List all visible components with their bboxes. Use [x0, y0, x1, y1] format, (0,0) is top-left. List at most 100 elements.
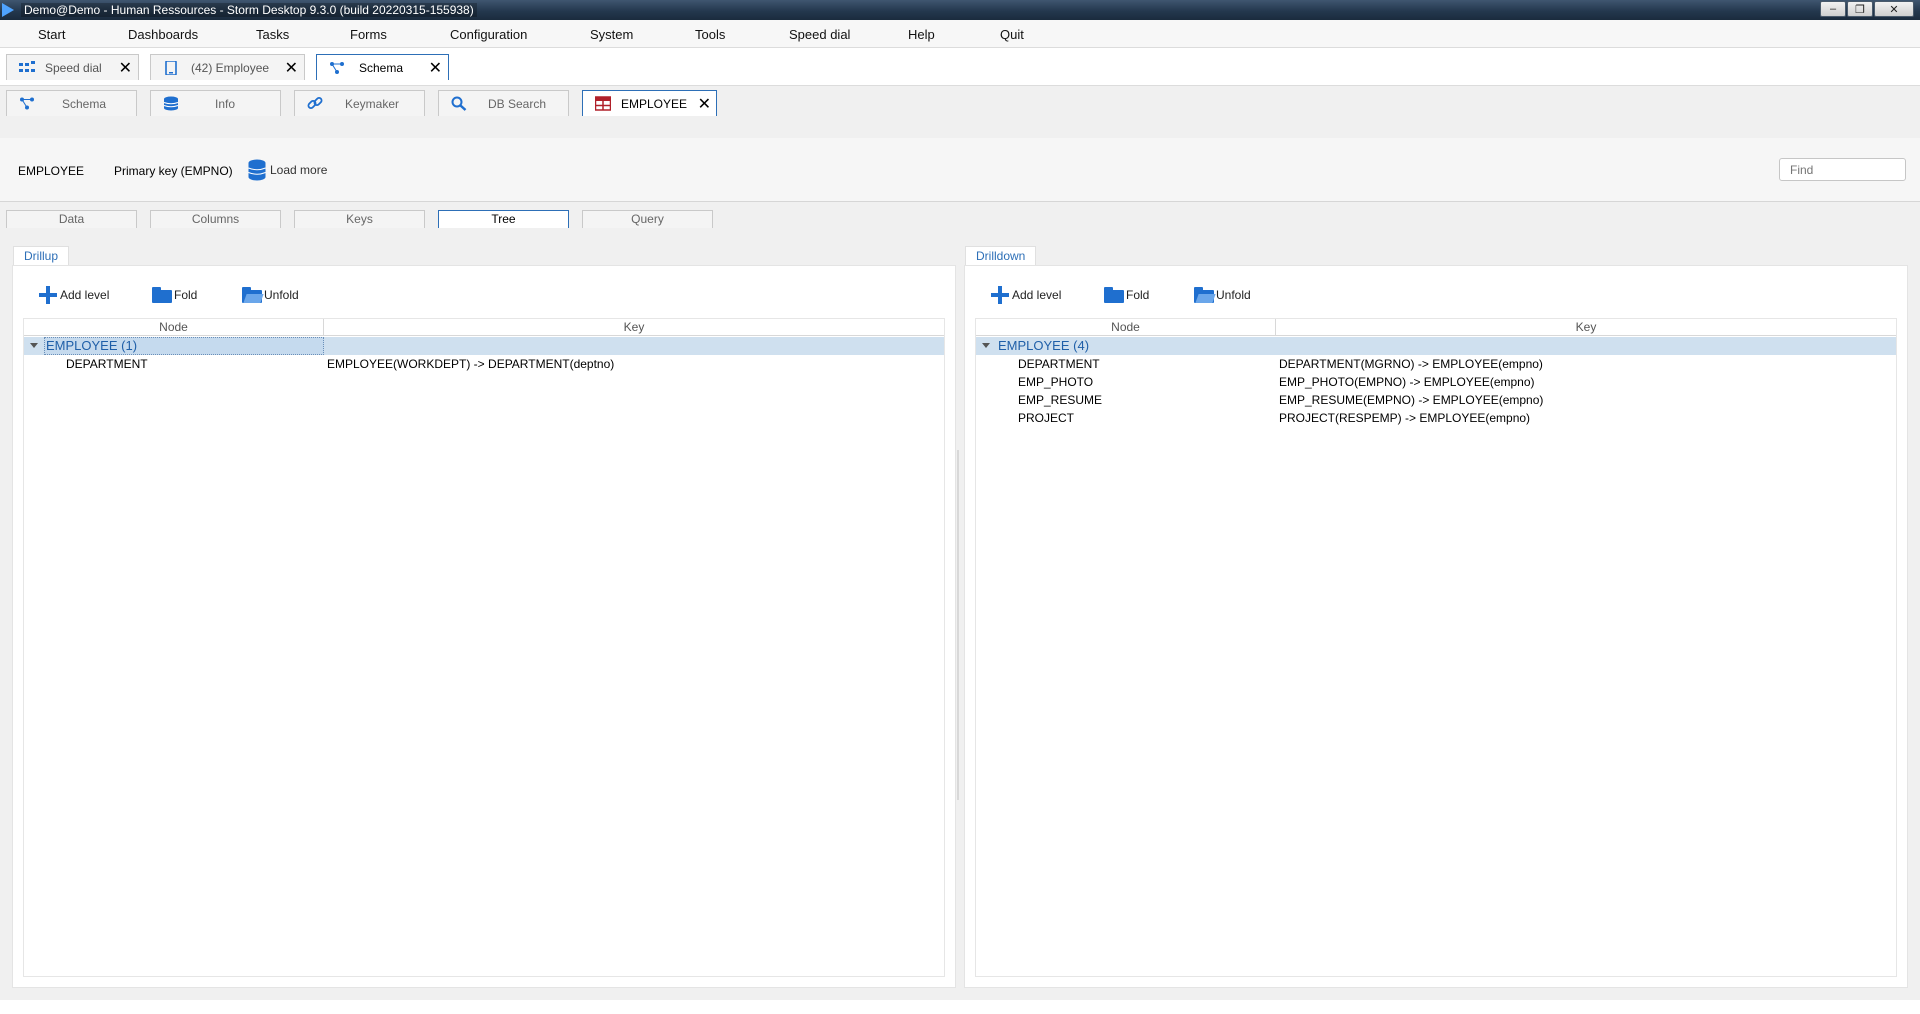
tree-row[interactable]: EMP_RESUME EMP_RESUME(EMPNO) -> EMPLOYEE…	[976, 391, 1896, 409]
menu-speed-dial[interactable]: Speed dial	[789, 27, 850, 42]
plus-icon	[991, 286, 1009, 304]
tab-schema[interactable]: Schema	[6, 90, 137, 116]
unfold-label: Unfold	[1216, 288, 1251, 302]
panel-splitter[interactable]	[957, 450, 959, 800]
drillup-tab[interactable]: Drillup	[13, 246, 70, 266]
plus-icon	[39, 286, 57, 304]
tree-row-root[interactable]: EMPLOYEE (4)	[976, 337, 1896, 355]
app-logo-icon	[2, 3, 14, 17]
tab-query[interactable]: Query	[582, 210, 713, 228]
tree-key-label: PROJECT(RESPEMP) -> EMPLOYEE(empno)	[1279, 411, 1531, 425]
tree-key-label: EMP_PHOTO(EMPNO) -> EMPLOYEE(empno)	[1279, 375, 1535, 389]
drillup-toolbar: Add level Fold Unfold	[13, 266, 955, 316]
doc-tab-schema[interactable]: Schema ✕	[316, 54, 449, 80]
tab-keymaker[interactable]: Keymaker	[294, 90, 425, 116]
tab-db-search[interactable]: DB Search	[438, 90, 569, 116]
primary-key-label: Primary key (EMPNO)	[114, 164, 233, 178]
tab-tree[interactable]: Tree	[438, 210, 569, 228]
column-header-key[interactable]: Key	[324, 319, 944, 336]
add-level-button[interactable]: Add level	[991, 285, 1061, 305]
fold-button[interactable]: Fold	[1104, 285, 1149, 305]
document-tabs: Speed dial ✕ (42) Employee ✕ Schema ✕	[0, 48, 1920, 86]
drillup-tree[interactable]: Node Key EMPLOYEE (1) DEPARTMENT EMPLOYE…	[23, 318, 945, 977]
tree-node-label: EMPLOYEE (1)	[46, 338, 138, 353]
tree-node-label: EMP_PHOTO	[1018, 375, 1094, 389]
menu-tasks[interactable]: Tasks	[256, 27, 289, 42]
drilldown-panel: Add level Fold Unfold Node Key EMPLOYEE …	[964, 265, 1908, 988]
doc-tab-label: (42) Employee	[191, 61, 270, 75]
database-icon	[248, 159, 266, 181]
tree-node-label: PROJECT	[1018, 411, 1075, 425]
restore-button[interactable]: ❐	[1847, 1, 1873, 17]
tree-key-label: EMPLOYEE(WORKDEPT) -> DEPARTMENT(deptno)	[327, 357, 615, 371]
folder-open-icon	[1194, 287, 1216, 303]
column-header-node[interactable]: Node	[976, 319, 1276, 336]
tab-info[interactable]: Info	[150, 90, 281, 116]
drilldown-tab[interactable]: Drilldown	[965, 246, 1037, 266]
tree-row[interactable]: PROJECT PROJECT(RESPEMP) -> EMPLOYEE(emp…	[976, 409, 1896, 427]
load-more-label: Load more	[270, 163, 328, 177]
tab-keys[interactable]: Keys	[294, 210, 425, 228]
fold-label: Fold	[1126, 288, 1150, 302]
close-tab-icon[interactable]: ✕	[285, 58, 298, 78]
tab-data[interactable]: Data	[6, 210, 137, 228]
doc-tab-employee[interactable]: (42) Employee ✕	[150, 54, 305, 80]
unfold-button[interactable]: Unfold	[1194, 285, 1251, 305]
close-tab-icon[interactable]: ✕	[698, 94, 711, 114]
fold-label: Fold	[174, 288, 198, 302]
minimize-button[interactable]: –	[1820, 1, 1846, 17]
folder-open-icon	[242, 287, 264, 303]
menu-system[interactable]: System	[590, 27, 633, 42]
menu-forms[interactable]: Forms	[350, 27, 387, 42]
drilldown-tree[interactable]: Node Key EMPLOYEE (4) DEPARTMENT DEPARTM…	[975, 318, 1897, 977]
schema-icon	[330, 62, 344, 74]
menu-bar: Start Dashboards Tasks Forms Configurati…	[0, 20, 1920, 48]
tree-node-label: EMPLOYEE (4)	[998, 338, 1090, 353]
add-level-button[interactable]: Add level	[39, 285, 109, 305]
column-header-key[interactable]: Key	[1276, 319, 1896, 336]
table-icon	[595, 96, 611, 111]
doc-tab-speed-dial[interactable]: Speed dial ✕	[6, 54, 139, 80]
add-level-label: Add level	[1012, 288, 1062, 302]
tree-key-label: EMP_RESUME(EMPNO) -> EMPLOYEE(empno)	[1279, 393, 1544, 407]
find-input[interactable]	[1779, 158, 1906, 181]
close-tab-icon[interactable]: ✕	[119, 58, 132, 78]
tree-row[interactable]: EMP_PHOTO EMP_PHOTO(EMPNO) -> EMPLOYEE(e…	[976, 373, 1896, 391]
link-icon	[307, 97, 323, 109]
menu-tools[interactable]: Tools	[695, 27, 725, 42]
drillup-panel: Add level Fold Unfold Node Key EMPLOYEE …	[12, 265, 956, 988]
table-info-bar: EMPLOYEE Primary key (EMPNO) Load more	[0, 138, 1920, 202]
menu-quit[interactable]: Quit	[1000, 27, 1024, 42]
tree-row[interactable]: DEPARTMENT DEPARTMENT(MGRNO) -> EMPLOYEE…	[976, 355, 1896, 373]
expand-caret-icon[interactable]	[30, 343, 38, 348]
tab-columns[interactable]: Columns	[150, 210, 281, 228]
tab-label: Keymaker	[345, 97, 400, 111]
menu-help[interactable]: Help	[908, 27, 935, 42]
load-more-button[interactable]: Load more	[248, 158, 327, 182]
tab-label: Schema	[62, 97, 107, 111]
schema-icon	[20, 97, 34, 110]
tree-row-root[interactable]: EMPLOYEE (1)	[24, 337, 944, 355]
tab-label: EMPLOYEE	[621, 97, 688, 111]
column-header-node[interactable]: Node	[24, 319, 324, 336]
tree-node-label: DEPARTMENT	[1018, 357, 1100, 371]
tab-employee[interactable]: EMPLOYEE ✕	[582, 90, 717, 116]
menu-configuration[interactable]: Configuration	[450, 27, 527, 42]
title-bar: Demo@Demo - Human Ressources - Storm Des…	[0, 0, 1920, 20]
search-icon	[451, 96, 467, 111]
menu-dashboards[interactable]: Dashboards	[128, 27, 198, 42]
expand-caret-icon[interactable]	[982, 343, 990, 348]
table-name: EMPLOYEE	[18, 164, 85, 178]
window-title: Demo@Demo - Human Ressources - Storm Des…	[21, 3, 477, 17]
tree-row[interactable]: DEPARTMENT EMPLOYEE(WORKDEPT) -> DEPARTM…	[24, 355, 944, 373]
fold-button[interactable]: Fold	[152, 285, 197, 305]
schema-tabs: Schema Info Keymaker DB Search EMPLOYEE …	[0, 86, 1920, 138]
menu-start[interactable]: Start	[38, 27, 65, 42]
tree-header: Node Key	[24, 319, 944, 336]
folder-icon	[152, 287, 172, 303]
unfold-button[interactable]: Unfold	[242, 285, 299, 305]
tree-header: Node Key	[976, 319, 1896, 336]
close-window-button[interactable]: ✕	[1874, 1, 1914, 17]
tree-key-label: DEPARTMENT(MGRNO) -> EMPLOYEE(empno)	[1279, 357, 1543, 371]
close-tab-icon[interactable]: ✕	[429, 58, 442, 78]
